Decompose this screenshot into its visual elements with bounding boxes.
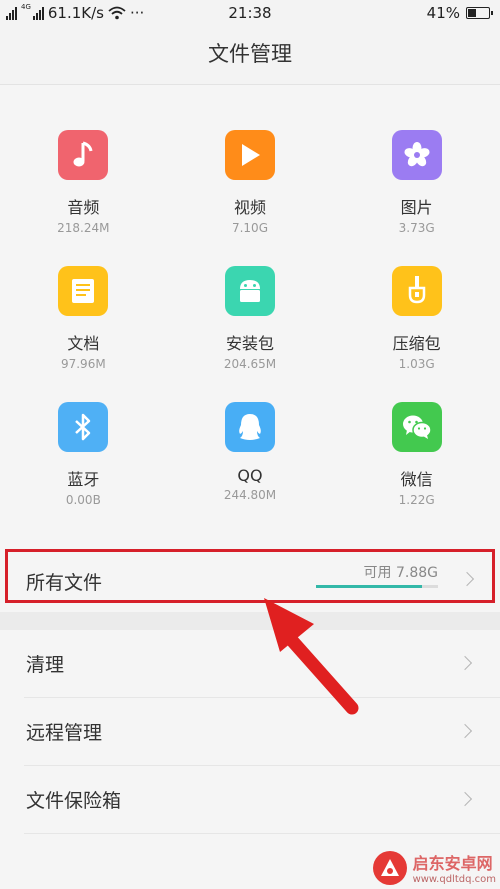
- free-space-label: 可用 7.88G: [363, 565, 438, 581]
- watermark-logo-icon: [372, 850, 407, 885]
- watermark-text: 启东安卓网 www.qdltdq.com: [413, 850, 496, 885]
- watermark: 启东安卓网 www.qdltdq.com: [372, 850, 496, 885]
- category-apk[interactable]: 安装包 204.65M: [167, 236, 334, 372]
- category-audio[interactable]: 音频 218.24M: [0, 100, 167, 236]
- category-size: 204.65M: [223, 357, 277, 371]
- music-note-icon: [58, 130, 109, 180]
- category-size: 0.00B: [65, 493, 101, 507]
- category-name: 音频: [67, 198, 100, 217]
- category-name: 图片: [400, 198, 433, 217]
- play-icon: [224, 130, 275, 180]
- qq-icon: [224, 402, 275, 452]
- watermark-name: 启东安卓网: [412, 854, 493, 873]
- category-documents[interactable]: 文档 97.96M: [0, 236, 167, 372]
- category-size: 97.96M: [60, 357, 106, 371]
- page-title: 文件管理: [0, 28, 500, 85]
- all-files-row[interactable]: 所有文件 可用 7.88G: [0, 548, 500, 610]
- list-item-label: 文件保险箱: [26, 790, 122, 812]
- list-item-clean[interactable]: 清理: [24, 630, 500, 698]
- category-name: QQ: [237, 466, 263, 485]
- section-divider: [0, 612, 500, 630]
- clock: 21:38: [228, 4, 272, 22]
- battery-percent: 41%: [426, 4, 460, 22]
- list-item-label: 远程管理: [26, 722, 103, 744]
- chevron-right-icon: [457, 791, 473, 807]
- android-icon: [224, 266, 275, 316]
- list-item-label: 清理: [26, 654, 65, 676]
- bluetooth-icon: [58, 402, 109, 452]
- category-name: 蓝牙: [67, 470, 100, 489]
- zip-icon: [391, 266, 442, 316]
- category-video[interactable]: 视频 7.10G: [167, 100, 334, 236]
- category-size: 1.03G: [398, 357, 435, 371]
- category-size: 218.24M: [57, 221, 110, 235]
- list-item-remote-management[interactable]: 远程管理: [24, 698, 500, 766]
- chevron-right-icon: [457, 655, 473, 671]
- category-name: 安装包: [225, 334, 274, 353]
- storage-usage-bar: [316, 585, 438, 588]
- watermark-url: www.qdltdq.com: [412, 874, 496, 885]
- category-size: 7.10G: [231, 221, 268, 235]
- wechat-icon: [391, 402, 442, 452]
- category-size: 1.22G: [398, 493, 435, 507]
- category-wechat[interactable]: 微信 1.22G: [333, 372, 500, 508]
- battery-icon: [466, 7, 493, 19]
- chevron-right-icon: [457, 723, 473, 739]
- flower-icon: [391, 130, 442, 180]
- category-name: 微信: [400, 470, 433, 489]
- category-images[interactable]: 图片 3.73G: [333, 100, 500, 236]
- list-item-file-safe[interactable]: 文件保险箱: [24, 766, 500, 834]
- tools-list: 清理 远程管理 文件保险箱: [0, 630, 500, 834]
- status-right: 41%: [426, 4, 493, 22]
- category-grid: 音频 218.24M 视频 7.10G 图片 3.73G 文档 97.96M 安…: [0, 100, 500, 530]
- category-name: 压缩包: [392, 334, 441, 353]
- category-name: 文档: [67, 334, 100, 353]
- category-bluetooth[interactable]: 蓝牙 0.00B: [0, 372, 167, 508]
- document-icon: [58, 266, 109, 316]
- all-files-label: 所有文件: [26, 572, 103, 594]
- battery-level: [468, 9, 476, 17]
- category-size: 244.80M: [223, 488, 277, 502]
- status-bar: 4G 61.1K/s ··· 21:38 41%: [0, 0, 500, 28]
- category-archives[interactable]: 压缩包 1.03G: [333, 236, 500, 372]
- chevron-right-icon: [459, 571, 475, 587]
- category-qq[interactable]: QQ 244.80M: [167, 372, 334, 508]
- category-name: 视频: [233, 198, 266, 217]
- category-size: 3.73G: [398, 221, 435, 235]
- storage-usage-fill: [316, 585, 423, 588]
